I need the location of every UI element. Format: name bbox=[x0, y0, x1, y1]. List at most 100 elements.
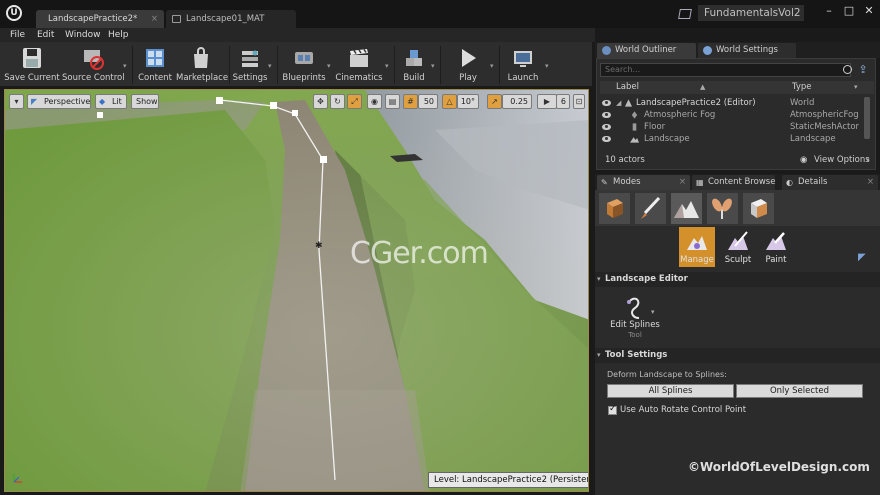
viewport-options-button[interactable]: ▾ bbox=[9, 94, 24, 109]
geometry-mode-icon[interactable] bbox=[743, 193, 774, 224]
all-splines-button[interactable]: All Splines bbox=[607, 384, 734, 398]
manage-tool-button[interactable]: Manage bbox=[679, 227, 715, 267]
visibility-eye-icon[interactable] bbox=[602, 112, 611, 118]
blueprints-button[interactable]: Blueprints bbox=[281, 44, 327, 85]
save-current-button[interactable]: Save Current bbox=[4, 44, 60, 85]
translate-mode-icon[interactable]: ✥ bbox=[313, 94, 328, 109]
visibility-eye-icon[interactable] bbox=[602, 124, 611, 130]
edit-splines-tool-button[interactable]: ▾ Edit Splines Tool bbox=[607, 296, 663, 342]
visibility-eye-icon[interactable] bbox=[602, 100, 611, 106]
rotation-snap-icon[interactable]: △ bbox=[442, 94, 457, 109]
level-viewport[interactable]: ✱ ▾ ◤ Perspective ◆ Lit Show ✥ ↻ ⤢ ◉ ▤ #… bbox=[4, 89, 589, 492]
landscape-editor-section[interactable]: Landscape Editor bbox=[595, 272, 880, 287]
rotation-snap-value[interactable]: 10° bbox=[457, 94, 479, 109]
tab-details[interactable]: ◐ Details × bbox=[782, 175, 878, 190]
tab-landscape-practice2[interactable]: LandscapePractice2* × bbox=[36, 10, 164, 28]
settings-button[interactable]: Settings bbox=[232, 44, 268, 85]
launch-icon bbox=[514, 51, 532, 67]
marketplace-button[interactable]: Marketplace bbox=[176, 44, 228, 85]
column-type[interactable]: Type bbox=[792, 81, 812, 94]
menu-file[interactable]: File bbox=[10, 28, 25, 42]
close-window-button[interactable]: ✕ bbox=[862, 4, 876, 18]
perspective-button[interactable]: ◤ Perspective bbox=[27, 94, 91, 109]
tab-label: Details bbox=[798, 177, 828, 187]
toolbar-separator bbox=[499, 46, 500, 84]
outliner-scrollbar[interactable] bbox=[864, 97, 870, 139]
world-icon bbox=[624, 99, 633, 107]
close-icon[interactable]: × bbox=[679, 175, 686, 190]
menu-edit[interactable]: Edit bbox=[37, 28, 54, 42]
lit-button[interactable]: ◆ Lit bbox=[95, 94, 127, 109]
tab-modes[interactable]: ✎ Modes × bbox=[597, 175, 690, 190]
close-icon[interactable]: × bbox=[151, 10, 158, 28]
surface-snap-icon[interactable]: ▤ bbox=[385, 94, 400, 109]
feedback-icon[interactable] bbox=[678, 9, 692, 19]
visibility-eye-icon[interactable] bbox=[602, 136, 611, 142]
scale-snap-value[interactable]: 0.25 bbox=[502, 94, 532, 109]
tab-world-settings[interactable]: World Settings bbox=[698, 43, 796, 58]
viewport-toolbar: ▾ ◤ Perspective ◆ Lit Show ✥ ↻ ⤢ ◉ ▤ # 5… bbox=[5, 90, 588, 112]
camera-speed-icon[interactable]: ▶ bbox=[537, 94, 557, 109]
menu-window[interactable]: Window bbox=[65, 28, 101, 42]
camera-speed-value[interactable]: 6 bbox=[556, 94, 570, 109]
cinematics-button[interactable]: Cinematics bbox=[333, 44, 385, 85]
outliner-row[interactable]: ◢ LandscapePractice2 (Editor) World bbox=[600, 97, 862, 109]
cinematics-label: Cinematics bbox=[335, 73, 383, 83]
outliner-row[interactable]: Atmospheric Fog AtmosphericFog bbox=[600, 109, 862, 121]
content-button[interactable]: Content bbox=[136, 44, 174, 85]
place-mode-icon[interactable] bbox=[599, 193, 630, 224]
auto-rotate-checkbox[interactable] bbox=[608, 404, 617, 415]
mesh-icon bbox=[632, 123, 637, 131]
chevron-down-icon[interactable]: ▾ bbox=[866, 152, 870, 168]
scale-snap-icon[interactable]: ↗ bbox=[487, 94, 502, 109]
column-label[interactable]: Label bbox=[616, 81, 639, 94]
coordinate-space-icon[interactable]: ◉ bbox=[367, 94, 382, 109]
maximize-button[interactable]: □ bbox=[842, 4, 856, 18]
grid-snap-value[interactable]: 50 bbox=[418, 94, 438, 109]
grid-snap-icon[interactable]: # bbox=[403, 94, 418, 109]
expand-arrow-icon[interactable]: ◢ bbox=[616, 97, 621, 109]
help-icon[interactable]: ◤ bbox=[858, 252, 866, 263]
chevron-down-icon[interactable]: ▾ bbox=[268, 62, 272, 70]
view-options-button[interactable]: View Options bbox=[814, 152, 870, 168]
chevron-down-icon[interactable]: ▾ bbox=[123, 62, 127, 70]
content-label: Content bbox=[138, 73, 172, 83]
settings-icon bbox=[242, 50, 258, 67]
chevron-down-icon[interactable]: ▾ bbox=[490, 62, 494, 70]
source-control-button[interactable]: Source Control bbox=[62, 44, 125, 85]
tab-landscape01-mat[interactable]: Landscape01_MAT bbox=[166, 10, 296, 28]
close-icon[interactable]: × bbox=[867, 175, 874, 190]
menu-help[interactable]: Help bbox=[108, 28, 129, 42]
unreal-logo-icon[interactable]: U bbox=[6, 5, 22, 21]
save-current-label: Save Current bbox=[4, 73, 60, 83]
tab-world-outliner[interactable]: World Outliner bbox=[597, 43, 696, 58]
play-icon bbox=[462, 49, 476, 67]
only-selected-button[interactable]: Only Selected bbox=[736, 384, 863, 398]
maximize-viewport-icon[interactable]: ⊡ bbox=[573, 94, 585, 109]
show-button[interactable]: Show bbox=[131, 94, 159, 109]
landscape-mode-icon[interactable] bbox=[671, 193, 702, 224]
play-button[interactable]: Play bbox=[446, 44, 490, 85]
rotate-mode-icon[interactable]: ↻ bbox=[330, 94, 345, 109]
outliner-search-input[interactable]: Search... bbox=[600, 63, 851, 77]
outliner-row[interactable]: Floor StaticMeshActor bbox=[600, 121, 862, 133]
tab-content-browser[interactable]: ▦ Content Browse bbox=[692, 175, 775, 190]
chevron-down-icon[interactable]: ▾ bbox=[327, 62, 331, 70]
tool-settings-section[interactable]: Tool Settings bbox=[595, 348, 880, 363]
paint-mode-icon[interactable] bbox=[635, 193, 666, 224]
scale-mode-icon[interactable]: ⤢ bbox=[347, 94, 362, 109]
launch-button[interactable]: Launch bbox=[502, 44, 544, 85]
outliner-row[interactable]: Landscape Landscape bbox=[600, 133, 862, 145]
chevron-down-icon[interactable]: ▾ bbox=[431, 62, 435, 70]
minimize-button[interactable]: – bbox=[822, 4, 836, 18]
chevron-down-icon[interactable]: ▾ bbox=[385, 62, 389, 70]
chevron-down-icon[interactable]: ▾ bbox=[651, 308, 655, 316]
paint-tool-button[interactable]: Paint bbox=[758, 227, 794, 267]
sculpt-tool-button[interactable]: Sculpt bbox=[720, 227, 756, 267]
chevron-down-icon[interactable]: ▾ bbox=[854, 81, 858, 94]
chevron-down-icon[interactable]: ▾ bbox=[545, 62, 549, 70]
add-actor-icon[interactable]: ⇪ bbox=[856, 64, 870, 76]
foliage-mode-icon[interactable] bbox=[707, 193, 738, 224]
build-button[interactable]: Build bbox=[398, 44, 430, 85]
landscape-scene[interactable]: ✱ bbox=[5, 90, 589, 492]
